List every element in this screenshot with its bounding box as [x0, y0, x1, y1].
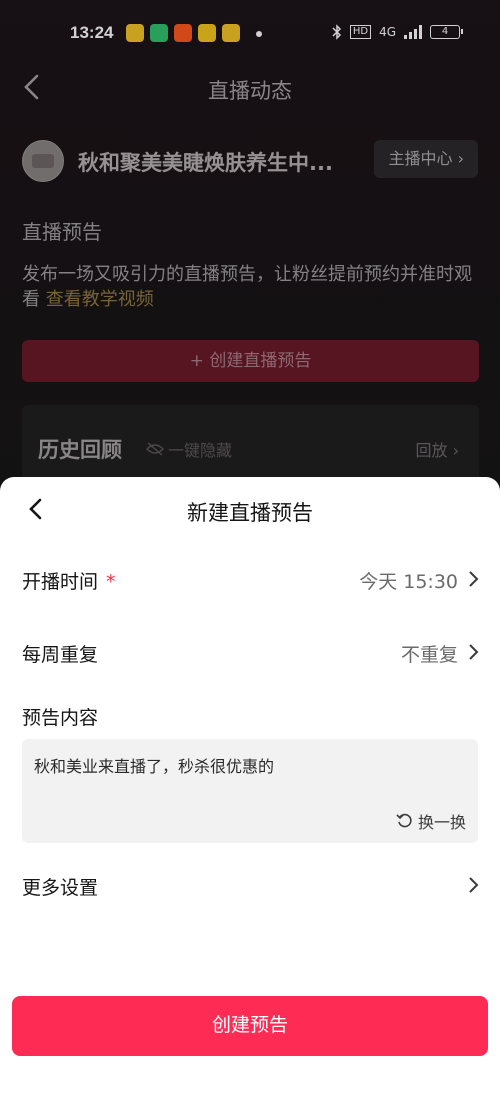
content-text: 秋和美业来直播了，秒杀很优惠的: [34, 757, 275, 776]
required-mark: *: [106, 571, 116, 593]
modal-overlay[interactable]: [0, 0, 500, 500]
weekly-repeat-value: 不重复: [400, 644, 458, 666]
refresh-icon: [396, 813, 412, 828]
start-time-label: 开播时间 *: [22, 567, 116, 594]
chevron-right-icon: [469, 877, 479, 893]
weekly-repeat-label: 每周重复: [22, 644, 99, 666]
more-settings-row[interactable]: 更多设置: [22, 865, 480, 905]
sheet-title: 新建直播预告: [187, 501, 313, 525]
swap-button[interactable]: 换一换: [396, 809, 466, 833]
content-textarea[interactable]: 秋和美业来直播了，秒杀很优惠的 换一换: [22, 739, 478, 843]
content-label: 预告内容: [22, 707, 99, 729]
background-page: 13:24 HD 4G 4 直播动态 秋和聚美美睫焕肤养生中... 主播中心 ›…: [0, 0, 500, 505]
sheet-header: 新建直播预告: [0, 477, 500, 541]
new-preview-sheet: 新建直播预告 开播时间 * 今天 15:30 每周重复 不重复 预告内容 秋和美业…: [0, 477, 500, 1111]
start-time-label-text: 开播时间: [22, 571, 99, 593]
more-settings-label: 更多设置: [22, 877, 99, 899]
chevron-right-icon: [469, 571, 479, 587]
start-time-value: 今天 15:30: [359, 571, 458, 593]
create-preview-button[interactable]: 创建预告: [12, 996, 488, 1056]
weekly-repeat-row[interactable]: 每周重复 不重复: [22, 632, 480, 672]
swap-label: 换一换: [417, 813, 466, 832]
start-time-row[interactable]: 开播时间 * 今天 15:30: [22, 559, 480, 599]
chevron-right-icon: [469, 644, 479, 660]
